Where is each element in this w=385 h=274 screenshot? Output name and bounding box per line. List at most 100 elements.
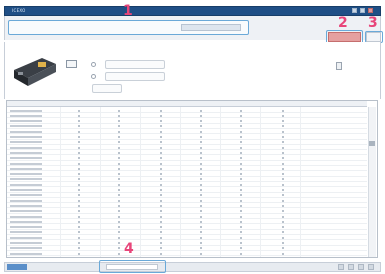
status-icon[interactable] (338, 264, 344, 270)
table-row[interactable] (7, 235, 367, 241)
cell-value (78, 173, 80, 176)
table-row[interactable] (7, 145, 367, 151)
row-label (10, 199, 42, 202)
cell-value (240, 194, 242, 197)
mini-icon[interactable] (66, 60, 77, 68)
cell-value (240, 146, 242, 149)
table-row[interactable] (7, 129, 367, 135)
vertical-scrollbar[interactable] (368, 107, 376, 257)
status-icon[interactable] (348, 264, 354, 270)
table-row[interactable] (7, 161, 367, 166)
row-label (10, 114, 42, 117)
cell-value (78, 157, 80, 160)
cell-value (200, 125, 202, 128)
cell-value (118, 125, 120, 128)
cell-value (118, 167, 120, 170)
table-row[interactable] (7, 166, 367, 172)
field-3[interactable] (92, 84, 122, 93)
field-2[interactable] (105, 72, 165, 81)
cell-value (160, 120, 162, 123)
cell-value (118, 178, 120, 181)
cell-value (78, 114, 80, 117)
cell-value (282, 204, 284, 207)
device-panel (4, 42, 381, 99)
cell-value (160, 215, 162, 218)
table-row[interactable] (7, 246, 367, 251)
cell-value (118, 236, 120, 239)
scroll-thumb[interactable] (369, 141, 375, 146)
radio-option-2[interactable] (91, 74, 96, 79)
cell-value (160, 204, 162, 207)
table-row[interactable] (7, 225, 367, 230)
table-row[interactable] (7, 124, 367, 129)
cell-value (282, 157, 284, 160)
minimize-icon[interactable] (352, 8, 357, 13)
field-1[interactable] (105, 60, 165, 69)
cell-value (78, 215, 80, 218)
cell-value (200, 151, 202, 154)
row-label (10, 141, 42, 144)
cell-value (160, 183, 162, 186)
cell-value (160, 167, 162, 170)
table-row[interactable] (7, 108, 367, 113)
cell-value (282, 120, 284, 123)
table-row[interactable] (7, 193, 367, 198)
status-tab-2[interactable] (30, 264, 54, 270)
table-row[interactable] (7, 203, 367, 209)
cell-value (160, 114, 162, 117)
table-row[interactable] (7, 214, 367, 219)
table-row[interactable] (7, 156, 367, 161)
path-bar-button[interactable] (181, 24, 241, 31)
side-icon[interactable] (336, 62, 342, 70)
cell-value (118, 141, 120, 144)
cell-value (160, 141, 162, 144)
table-row[interactable] (7, 219, 367, 225)
table-row[interactable] (7, 113, 367, 119)
cell-value (78, 220, 80, 223)
cell-value (160, 173, 162, 176)
status-tab-1[interactable] (7, 264, 27, 270)
row-label (10, 194, 42, 197)
table-row[interactable] (7, 230, 367, 235)
status-icon[interactable] (358, 264, 364, 270)
status-icon[interactable] (368, 264, 374, 270)
cell-value (200, 178, 202, 181)
cell-value (200, 146, 202, 149)
radio-option-1[interactable] (91, 62, 96, 67)
table-row[interactable] (7, 140, 367, 145)
table-row[interactable] (7, 251, 367, 257)
cell-value (282, 236, 284, 239)
cell-value (282, 199, 284, 202)
table-row[interactable] (7, 198, 367, 204)
cell-value (200, 247, 202, 250)
cell-value (78, 151, 80, 154)
table-row[interactable] (7, 119, 367, 124)
cell-value (200, 199, 202, 202)
table-row[interactable] (7, 135, 367, 140)
cell-value (200, 242, 202, 244)
cell-value (160, 194, 162, 197)
cell-value (240, 183, 242, 186)
cell-value (282, 242, 284, 244)
table-row[interactable] (7, 182, 367, 188)
close-icon[interactable] (368, 8, 373, 13)
highlight-box-4 (99, 260, 166, 273)
maximize-icon[interactable] (360, 8, 365, 13)
cell-value (282, 151, 284, 154)
row-label (10, 242, 42, 244)
cell-value (200, 210, 202, 213)
cell-value (78, 189, 80, 191)
table-row[interactable] (7, 150, 367, 156)
cell-value (118, 210, 120, 213)
table-row[interactable] (7, 188, 367, 193)
table-row[interactable] (7, 172, 367, 177)
table-row[interactable] (7, 241, 367, 246)
cell-value (78, 125, 80, 128)
table-row[interactable] (7, 209, 367, 214)
cell-value (200, 162, 202, 165)
row-label (10, 146, 42, 149)
cell-value (282, 146, 284, 149)
cell-value (160, 236, 162, 239)
row-label (10, 247, 42, 250)
table-row[interactable] (7, 177, 367, 182)
